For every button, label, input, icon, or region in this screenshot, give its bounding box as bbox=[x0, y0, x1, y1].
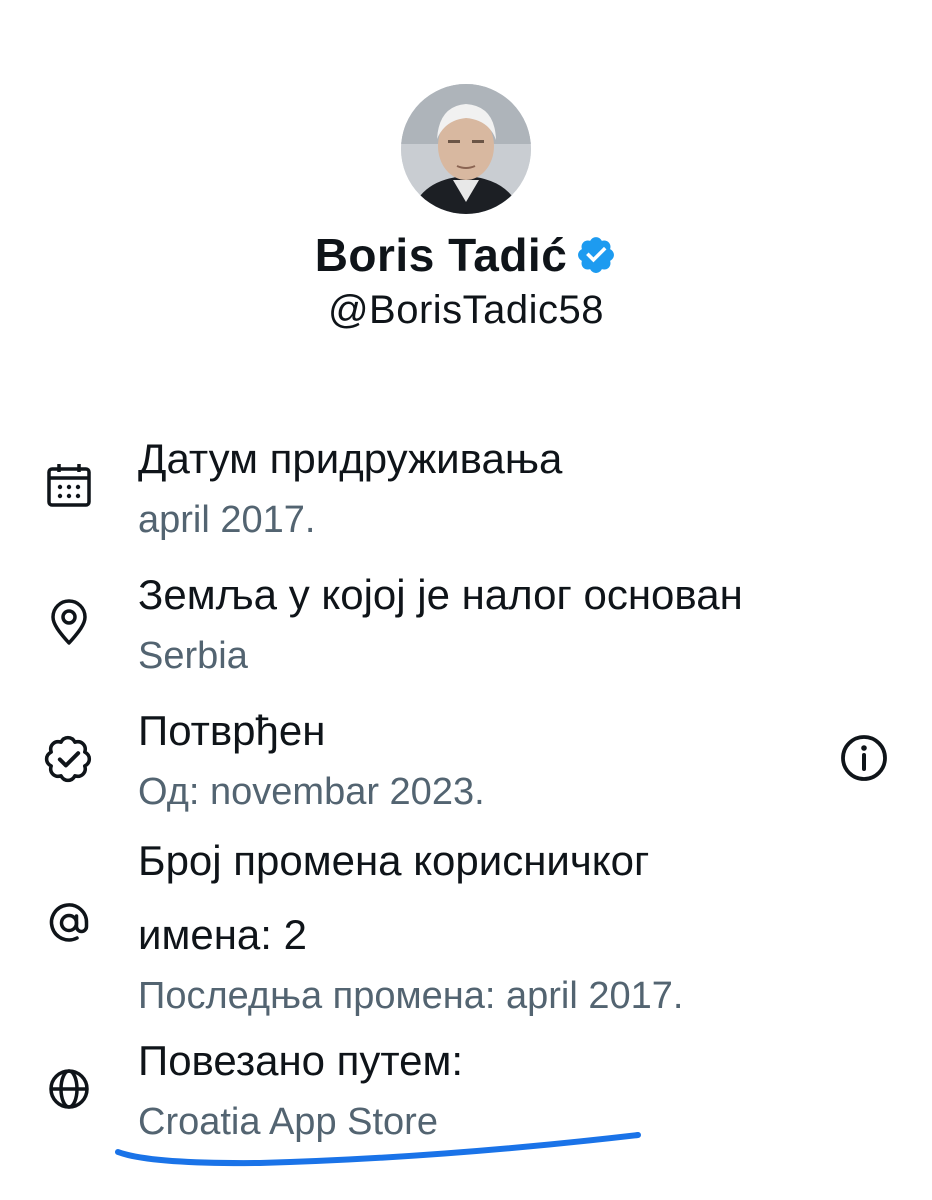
connected-via-title: Повезано путем: bbox=[138, 1037, 464, 1084]
country-value: Serbia bbox=[138, 635, 248, 677]
at-sign-icon bbox=[44, 898, 94, 948]
country-title: Земља у којој је налог основан bbox=[138, 571, 743, 618]
verified-check-icon[interactable] bbox=[575, 234, 617, 276]
user-handle: @BorisTadic58 bbox=[327, 288, 605, 332]
info-icon[interactable] bbox=[838, 732, 890, 784]
display-name: Boris Tadić bbox=[314, 229, 568, 281]
profile-header: Boris Tadić @BorisTadic58 bbox=[0, 84, 932, 333]
verified-title: Потврђен bbox=[138, 707, 326, 754]
calendar-icon bbox=[44, 460, 94, 510]
avatar-image bbox=[401, 84, 531, 214]
username-changes-title-line1: Број промена корисничког bbox=[138, 837, 650, 884]
username-changes-title-line2: имена: 2 bbox=[138, 911, 307, 958]
verified-badge-icon bbox=[44, 734, 94, 784]
last-change-value: Последња промена: april 2017. bbox=[138, 975, 684, 1017]
location-pin-icon bbox=[44, 598, 94, 648]
name-row: Boris Tadić bbox=[0, 224, 932, 286]
verified-since: Од: novembar 2023. bbox=[138, 771, 485, 813]
highlight-underline bbox=[115, 1132, 641, 1167]
joined-value: april 2017. bbox=[138, 499, 316, 541]
avatar[interactable] bbox=[401, 84, 531, 214]
globe-icon bbox=[44, 1064, 94, 1114]
joined-title: Датум придруживања bbox=[138, 435, 563, 482]
